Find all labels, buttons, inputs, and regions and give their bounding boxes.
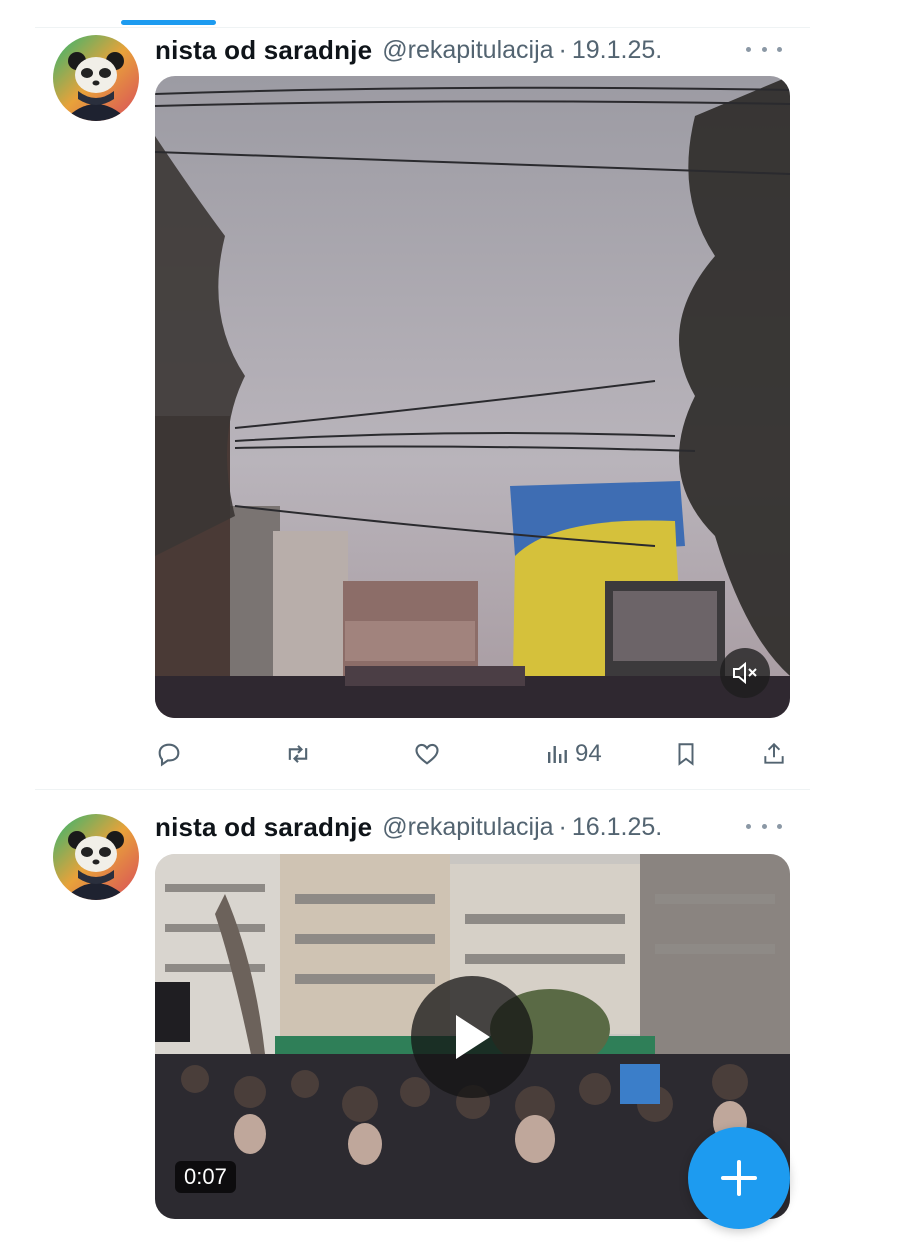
tweet-actions: 94 bbox=[155, 736, 795, 772]
views-icon bbox=[548, 746, 567, 763]
like-icon bbox=[415, 743, 439, 765]
video-duration: 0:07 bbox=[175, 1161, 236, 1193]
user-handle[interactable]: @rekapitulacija bbox=[382, 813, 553, 842]
mute-button[interactable] bbox=[720, 648, 770, 698]
views-count: 94 bbox=[575, 740, 602, 767]
separator: · bbox=[558, 812, 567, 841]
tweet[interactable]: nista od saradnje @rekapitulacija · 19.1… bbox=[35, 28, 810, 790]
bookmark-button[interactable] bbox=[673, 736, 699, 772]
separator: · bbox=[558, 35, 567, 64]
retweet-button[interactable] bbox=[283, 736, 313, 772]
views-button[interactable]: 94 bbox=[545, 736, 602, 772]
display-name[interactable]: nista od saradnje bbox=[155, 812, 372, 843]
plus-icon bbox=[721, 1160, 757, 1196]
muted-speaker-icon bbox=[733, 662, 757, 684]
reply-button[interactable] bbox=[155, 736, 183, 772]
tweet-date[interactable]: 16.1.25. bbox=[572, 813, 662, 842]
like-button[interactable] bbox=[413, 736, 441, 772]
tweet-video[interactable] bbox=[155, 76, 790, 718]
compose-tweet-button[interactable] bbox=[688, 1127, 790, 1229]
reply-icon bbox=[158, 743, 180, 767]
retweet-icon bbox=[288, 745, 308, 763]
bookmark-icon bbox=[678, 743, 694, 766]
play-button[interactable] bbox=[411, 976, 533, 1098]
play-icon bbox=[456, 1015, 490, 1059]
tweet-header: nista od saradnje @rekapitulacija · 19.1… bbox=[155, 30, 800, 70]
avatar[interactable] bbox=[53, 35, 139, 121]
tweet-header: nista od saradnje @rekapitulacija · 16.1… bbox=[155, 807, 800, 847]
tweet-date[interactable]: 19.1.25. bbox=[572, 36, 662, 65]
display-name[interactable]: nista od saradnje bbox=[155, 35, 372, 66]
active-tab-indicator bbox=[121, 20, 216, 25]
avatar[interactable] bbox=[53, 814, 139, 900]
more-options-icon[interactable] bbox=[746, 811, 782, 841]
video-frame bbox=[155, 76, 790, 718]
more-options-icon[interactable] bbox=[746, 34, 782, 64]
share-icon bbox=[764, 742, 784, 764]
share-button[interactable] bbox=[761, 736, 787, 772]
user-handle[interactable]: @rekapitulacija bbox=[382, 36, 553, 65]
